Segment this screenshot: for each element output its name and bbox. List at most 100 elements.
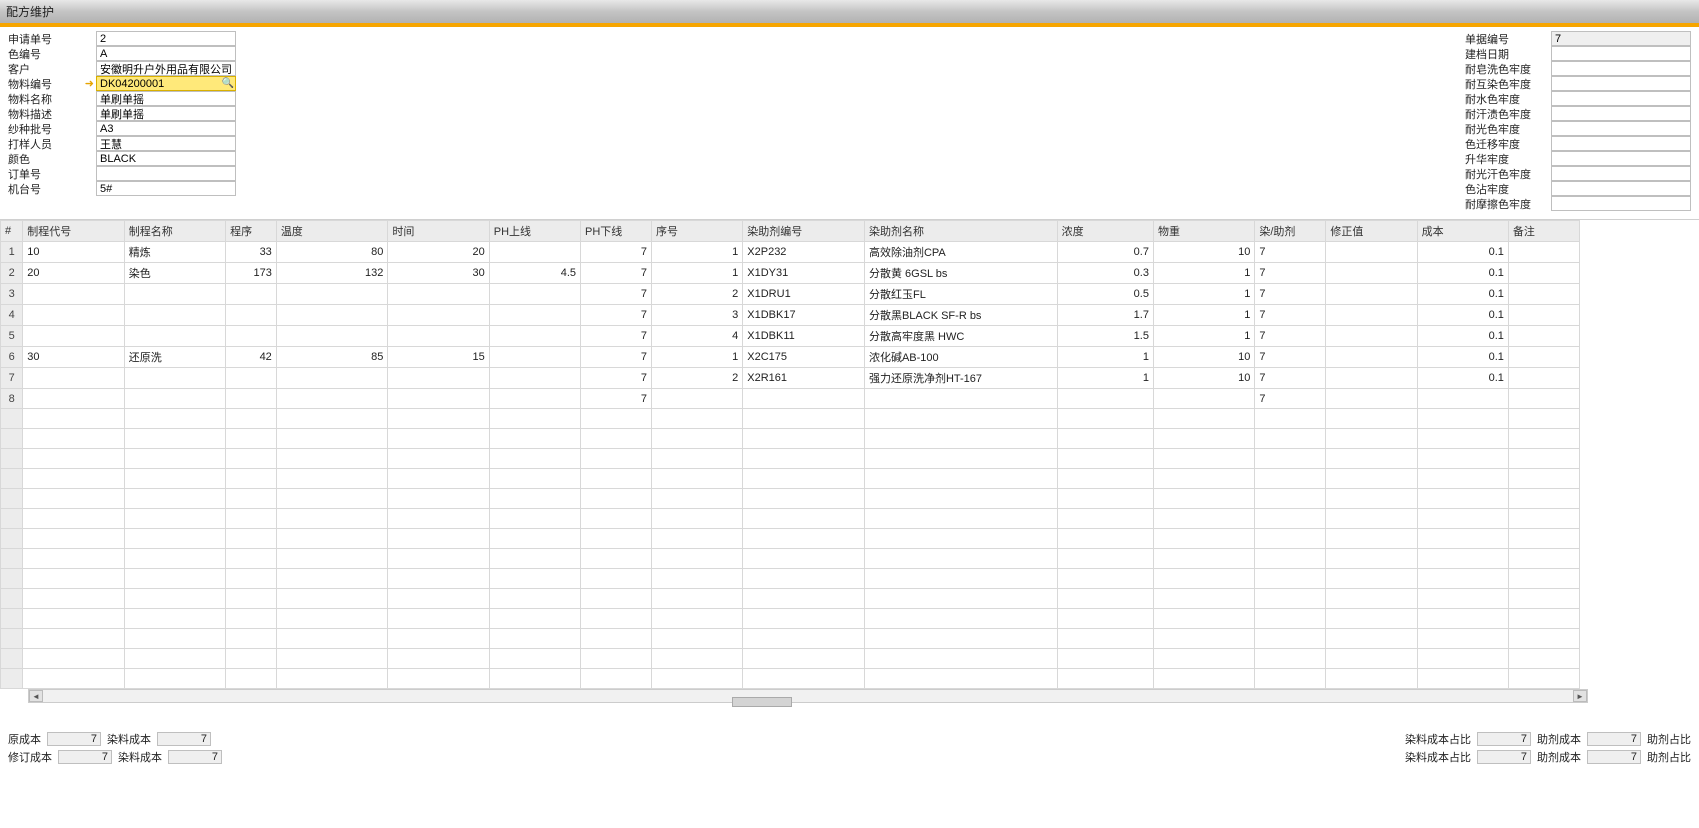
cell-empty[interactable]	[581, 489, 652, 509]
cell-empty[interactable]	[581, 649, 652, 669]
cell-empty[interactable]	[226, 569, 277, 589]
cell-empty[interactable]	[23, 469, 124, 489]
col-c12[interactable]: 物重	[1153, 221, 1254, 242]
cell-rownum[interactable]: 1	[1, 242, 23, 263]
cell-c13[interactable]: 7	[1255, 242, 1326, 263]
cell-c15[interactable]: 0.1	[1417, 263, 1508, 284]
cell-c3[interactable]	[226, 389, 277, 409]
cell-empty[interactable]	[581, 569, 652, 589]
cell-empty[interactable]	[276, 409, 388, 429]
cell-empty[interactable]	[1255, 529, 1326, 549]
table-row[interactable]: 877	[1, 389, 1580, 409]
cell-c1[interactable]: 10	[23, 242, 124, 263]
cell-c2[interactable]	[124, 284, 225, 305]
cell-empty[interactable]	[276, 669, 388, 689]
col-c11[interactable]: 浓度	[1057, 221, 1153, 242]
cell-empty[interactable]	[652, 649, 743, 669]
cell-c13[interactable]: 7	[1255, 389, 1326, 409]
cell-empty[interactable]	[652, 629, 743, 649]
input-耐互染色牢度[interactable]	[1551, 76, 1691, 91]
col-c9[interactable]: 染助剂编号	[743, 221, 865, 242]
table-row-empty[interactable]	[1, 629, 1580, 649]
cell-empty[interactable]	[388, 569, 489, 589]
cell-empty[interactable]	[388, 669, 489, 689]
cell-c11[interactable]: 1	[1057, 368, 1153, 389]
cell-empty[interactable]	[1255, 509, 1326, 529]
cell-rownum[interactable]: 6	[1, 347, 23, 368]
cell-empty[interactable]	[1255, 469, 1326, 489]
col-rownum[interactable]: #	[1, 221, 23, 242]
cell-c13[interactable]: 7	[1255, 263, 1326, 284]
cell-empty[interactable]	[124, 549, 225, 569]
cell-rownum[interactable]: 3	[1, 284, 23, 305]
cell-empty[interactable]	[1326, 609, 1417, 629]
table-row[interactable]: 630还原洗42851571X2C175浓化碱AB-10011070.1	[1, 347, 1580, 368]
cell-c1[interactable]: 20	[23, 263, 124, 284]
cell-empty[interactable]	[864, 409, 1057, 429]
cell-c14[interactable]	[1326, 242, 1417, 263]
cell-c7[interactable]: 7	[581, 305, 652, 326]
cell-empty[interactable]	[1153, 469, 1254, 489]
input-建档日期[interactable]	[1551, 46, 1691, 61]
cell-empty[interactable]	[226, 409, 277, 429]
cell-c11[interactable]: 1	[1057, 347, 1153, 368]
cell-empty[interactable]	[1057, 589, 1153, 609]
cell-empty[interactable]	[1255, 569, 1326, 589]
cell-c4[interactable]	[276, 305, 388, 326]
cell-rownum[interactable]: 4	[1, 305, 23, 326]
cell-c8[interactable]: 1	[652, 347, 743, 368]
cell-empty[interactable]	[652, 469, 743, 489]
cell-empty[interactable]	[864, 589, 1057, 609]
cell-c9[interactable]: X1DBK11	[743, 326, 865, 347]
input-申请单号[interactable]	[96, 31, 236, 46]
input-颜色[interactable]	[96, 151, 236, 166]
cell-c6[interactable]	[489, 284, 580, 305]
cell-rownum[interactable]: 7	[1, 368, 23, 389]
cell-empty[interactable]	[652, 669, 743, 689]
cell-empty[interactable]	[388, 609, 489, 629]
cell-empty[interactable]	[864, 649, 1057, 669]
cell-empty[interactable]	[1057, 509, 1153, 529]
cell-empty[interactable]	[743, 469, 865, 489]
cell-c14[interactable]	[1326, 368, 1417, 389]
cell-empty[interactable]	[276, 629, 388, 649]
cell-empty[interactable]	[652, 489, 743, 509]
cell-empty[interactable]	[489, 649, 580, 669]
cell-empty[interactable]	[1, 529, 23, 549]
cell-c14[interactable]	[1326, 389, 1417, 409]
cell-empty[interactable]	[743, 489, 865, 509]
col-c16[interactable]: 备注	[1508, 221, 1579, 242]
cell-empty[interactable]	[124, 409, 225, 429]
cell-empty[interactable]	[1057, 449, 1153, 469]
cell-rownum[interactable]: 8	[1, 389, 23, 409]
cell-empty[interactable]	[276, 549, 388, 569]
col-c3[interactable]: 程序	[226, 221, 277, 242]
cell-empty[interactable]	[1, 469, 23, 489]
cell-c8[interactable]: 3	[652, 305, 743, 326]
cell-empty[interactable]	[652, 529, 743, 549]
cell-c10[interactable]: 分散黄 6GSL bs	[864, 263, 1057, 284]
cell-empty[interactable]	[864, 429, 1057, 449]
cell-c16[interactable]	[1508, 389, 1579, 409]
cell-c10[interactable]	[864, 389, 1057, 409]
cell-empty[interactable]	[743, 529, 865, 549]
cell-empty[interactable]	[23, 549, 124, 569]
table-row[interactable]: 220染色173132304.571X1DY31分散黄 6GSL bs0.317…	[1, 263, 1580, 284]
cell-empty[interactable]	[743, 629, 865, 649]
cell-empty[interactable]	[124, 629, 225, 649]
cell-empty[interactable]	[23, 489, 124, 509]
cell-c13[interactable]: 7	[1255, 368, 1326, 389]
cell-empty[interactable]	[1417, 669, 1508, 689]
cell-empty[interactable]	[864, 509, 1057, 529]
cell-c10[interactable]: 分散黑BLACK SF-R bs	[864, 305, 1057, 326]
table-row-empty[interactable]	[1, 569, 1580, 589]
cell-empty[interactable]	[23, 409, 124, 429]
cell-c14[interactable]	[1326, 326, 1417, 347]
cell-c7[interactable]: 7	[581, 263, 652, 284]
cell-empty[interactable]	[652, 509, 743, 529]
input-色迁移牢度[interactable]	[1551, 136, 1691, 151]
cell-c8[interactable]: 2	[652, 284, 743, 305]
cell-empty[interactable]	[1508, 669, 1579, 689]
cell-empty[interactable]	[23, 629, 124, 649]
col-c10[interactable]: 染助剂名称	[864, 221, 1057, 242]
